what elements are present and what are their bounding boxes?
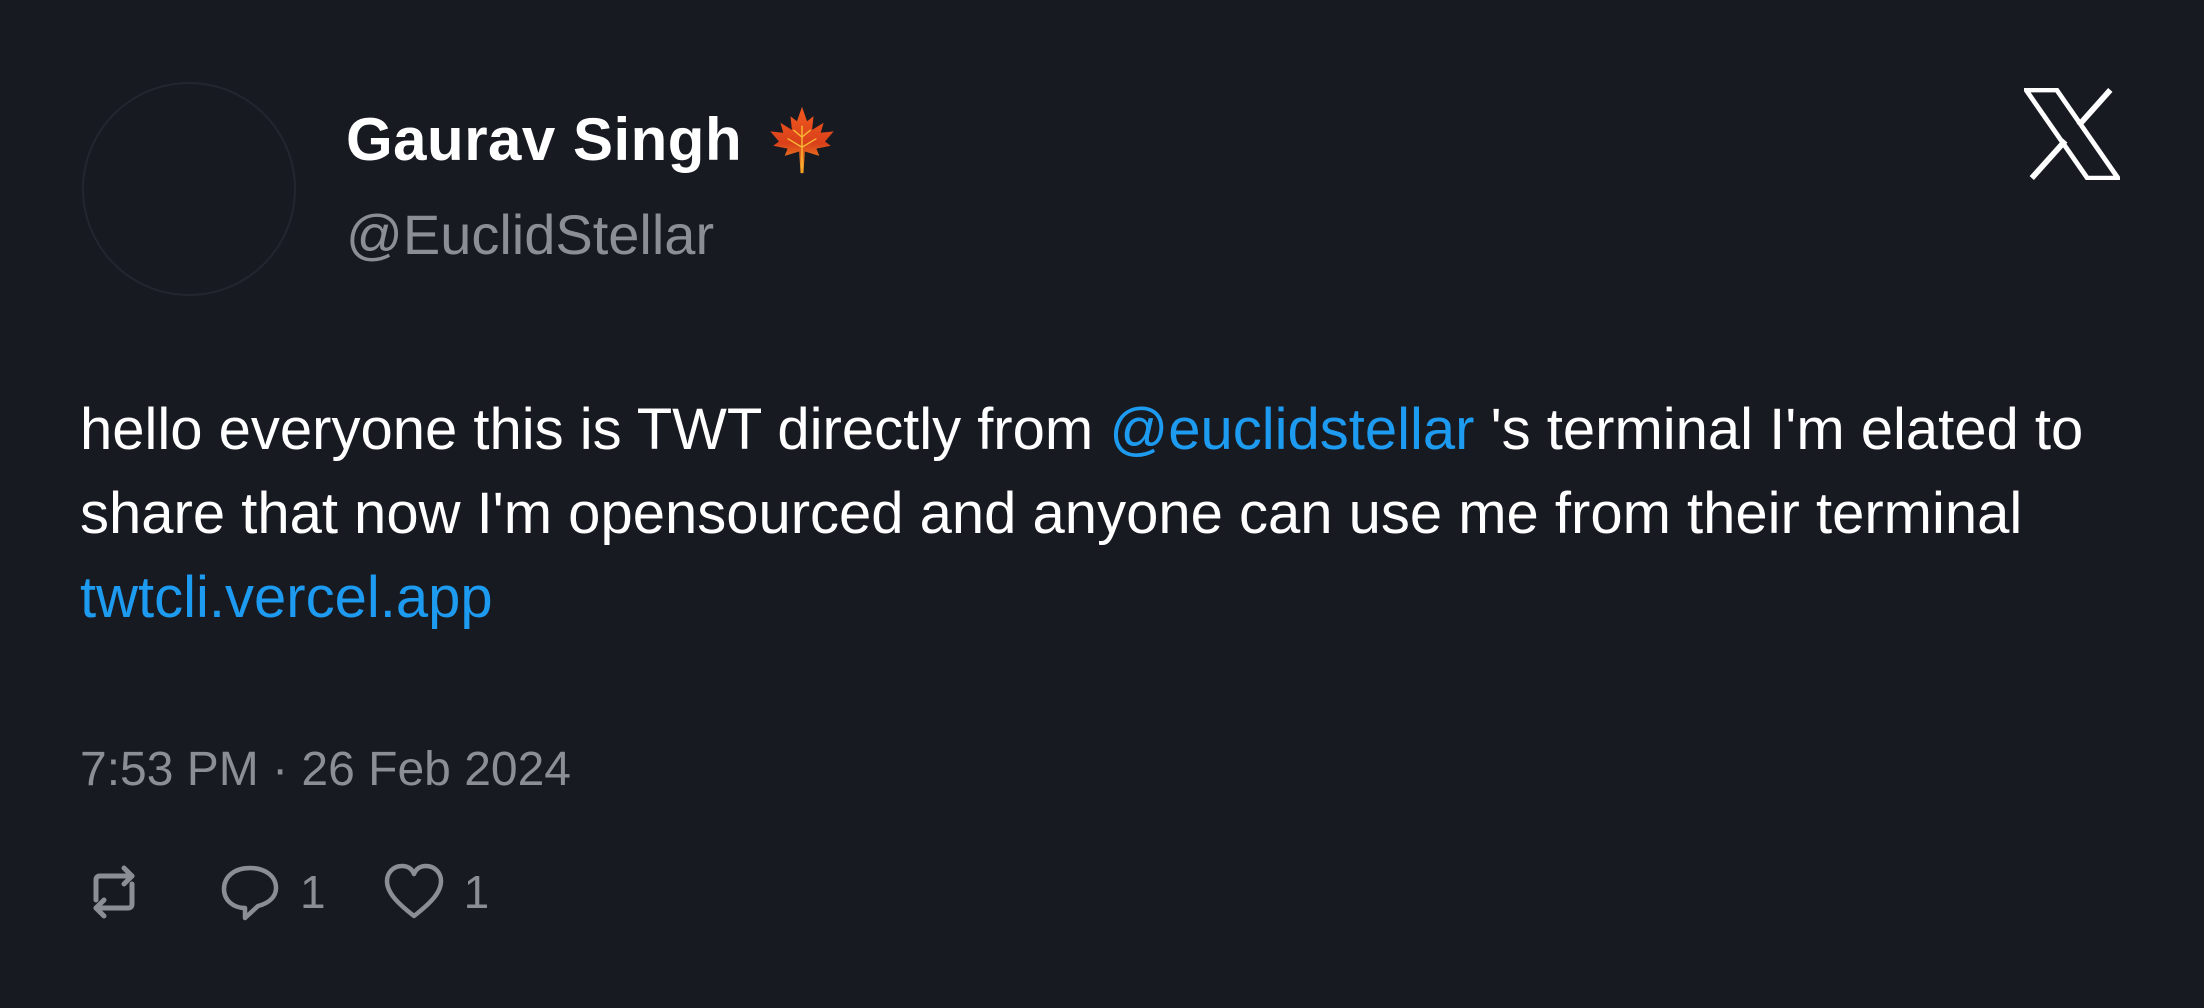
- name-row: Gaurav Singh: [346, 100, 838, 180]
- heart-icon: [382, 860, 446, 924]
- tweet-card: Gaurav Singh @EuclidStellar hello everyo…: [0, 0, 2204, 1008]
- mention-link[interactable]: @euclidstellar: [1109, 397, 1474, 462]
- action-bar: 1 1: [82, 860, 489, 924]
- like-button[interactable]: 1: [382, 860, 490, 924]
- author-block: Gaurav Singh @EuclidStellar: [346, 100, 838, 270]
- reply-icon: [218, 860, 282, 924]
- avatar[interactable]: [82, 82, 296, 296]
- url-link[interactable]: twtcli.vercel.app: [80, 565, 493, 630]
- retweet-icon: [82, 860, 146, 924]
- reply-count: 1: [300, 866, 326, 918]
- display-name[interactable]: Gaurav Singh: [346, 100, 742, 180]
- tweet-text: hello everyone this is TWT directly from…: [80, 388, 2140, 640]
- maple-leaf-icon: [766, 104, 838, 176]
- tweet-timestamp[interactable]: 7:53 PM · 26 Feb 2024: [80, 740, 571, 800]
- user-handle[interactable]: @EuclidStellar: [346, 200, 838, 270]
- like-count: 1: [463, 866, 490, 918]
- reply-button[interactable]: 1: [218, 860, 326, 924]
- x-logo-icon[interactable]: [2021, 87, 2123, 181]
- tweet-text-part: hello everyone this is TWT directly from: [80, 397, 1110, 462]
- retweet-button[interactable]: [82, 860, 146, 924]
